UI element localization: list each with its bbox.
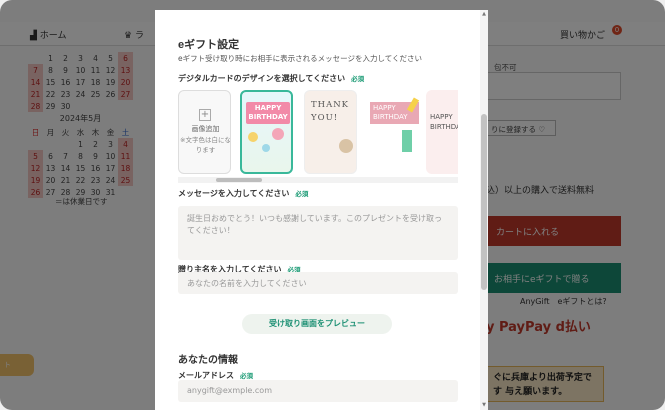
- balloon-icon: [262, 144, 270, 152]
- required-badge: 必須: [240, 372, 253, 380]
- modal-title: eギフト設定: [178, 39, 240, 51]
- card-birthday-text: HAPPY BIRTHDAY: [246, 102, 290, 124]
- modal-scrollbar[interactable]: ▲ ▼: [480, 10, 488, 410]
- design-section-label: デジタルカードのデザインを選択してください 必須: [178, 73, 364, 84]
- message-label-text: メッセージを入力してください: [178, 189, 290, 198]
- required-badge: 必須: [351, 75, 365, 83]
- email-label-text: メールアドレス: [178, 371, 234, 380]
- modal-subtitle: eギフト受け取り時にお相手に表示されるメッセージを入力してください: [178, 54, 423, 63]
- modal-scroll-thumb[interactable]: [481, 114, 487, 290]
- preview-button[interactable]: 受け取り画面をプレビュー: [242, 314, 392, 334]
- upload-title: 画像追加: [191, 125, 220, 133]
- card-design-birthday-3[interactable]: HAPPY BIRTHDA: [426, 90, 458, 174]
- balloon-icon: [272, 128, 284, 140]
- decoration-icon: [402, 130, 412, 152]
- card-design-carousel: + 画像追加 ※文字色は白になります HAPPY BIRTHDAY THANK …: [178, 90, 458, 176]
- message-textarea[interactable]: 誕生日おめでとう！いつも感謝しています。このプレゼントを受け取ってください！: [178, 206, 458, 260]
- upload-note: ※文字色は白になります: [180, 136, 231, 154]
- message-section-label: メッセージを入力してください 必須: [178, 188, 308, 199]
- scroll-up-icon[interactable]: ▲: [480, 11, 488, 17]
- scroll-down-icon[interactable]: ▼: [480, 402, 488, 408]
- balloon-icon: [248, 132, 258, 142]
- design-label-text: デジタルカードのデザインを選択してください: [178, 74, 346, 83]
- card-thanks-text: THANK YOU!: [311, 100, 350, 123]
- decoration-icon: [339, 139, 353, 153]
- email-input[interactable]: anygift@exmple.com: [178, 380, 458, 402]
- carousel-scroll-thumb[interactable]: [216, 178, 262, 182]
- add-image-icon: +: [199, 109, 211, 121]
- card-design-birthday-selected[interactable]: HAPPY BIRTHDAY: [240, 90, 293, 174]
- sender-name-input[interactable]: あなたの名前を入力してください: [178, 272, 458, 294]
- your-info-heading: あなたの情報: [178, 355, 238, 366]
- card-design-birthday-2[interactable]: HAPPY BIRTHDAY: [366, 90, 419, 174]
- card-birthday3-text: HAPPY BIRTHDA: [430, 113, 458, 131]
- egift-settings-modal: eギフト設定 eギフト受け取り時にお相手に表示されるメッセージを入力してください…: [155, 10, 488, 410]
- carousel-scrollbar[interactable]: [178, 177, 458, 183]
- card-design-thank-you[interactable]: THANK YOU!: [304, 90, 357, 174]
- required-badge: 必須: [295, 190, 309, 198]
- card-upload-image[interactable]: + 画像追加 ※文字色は白になります: [178, 90, 231, 174]
